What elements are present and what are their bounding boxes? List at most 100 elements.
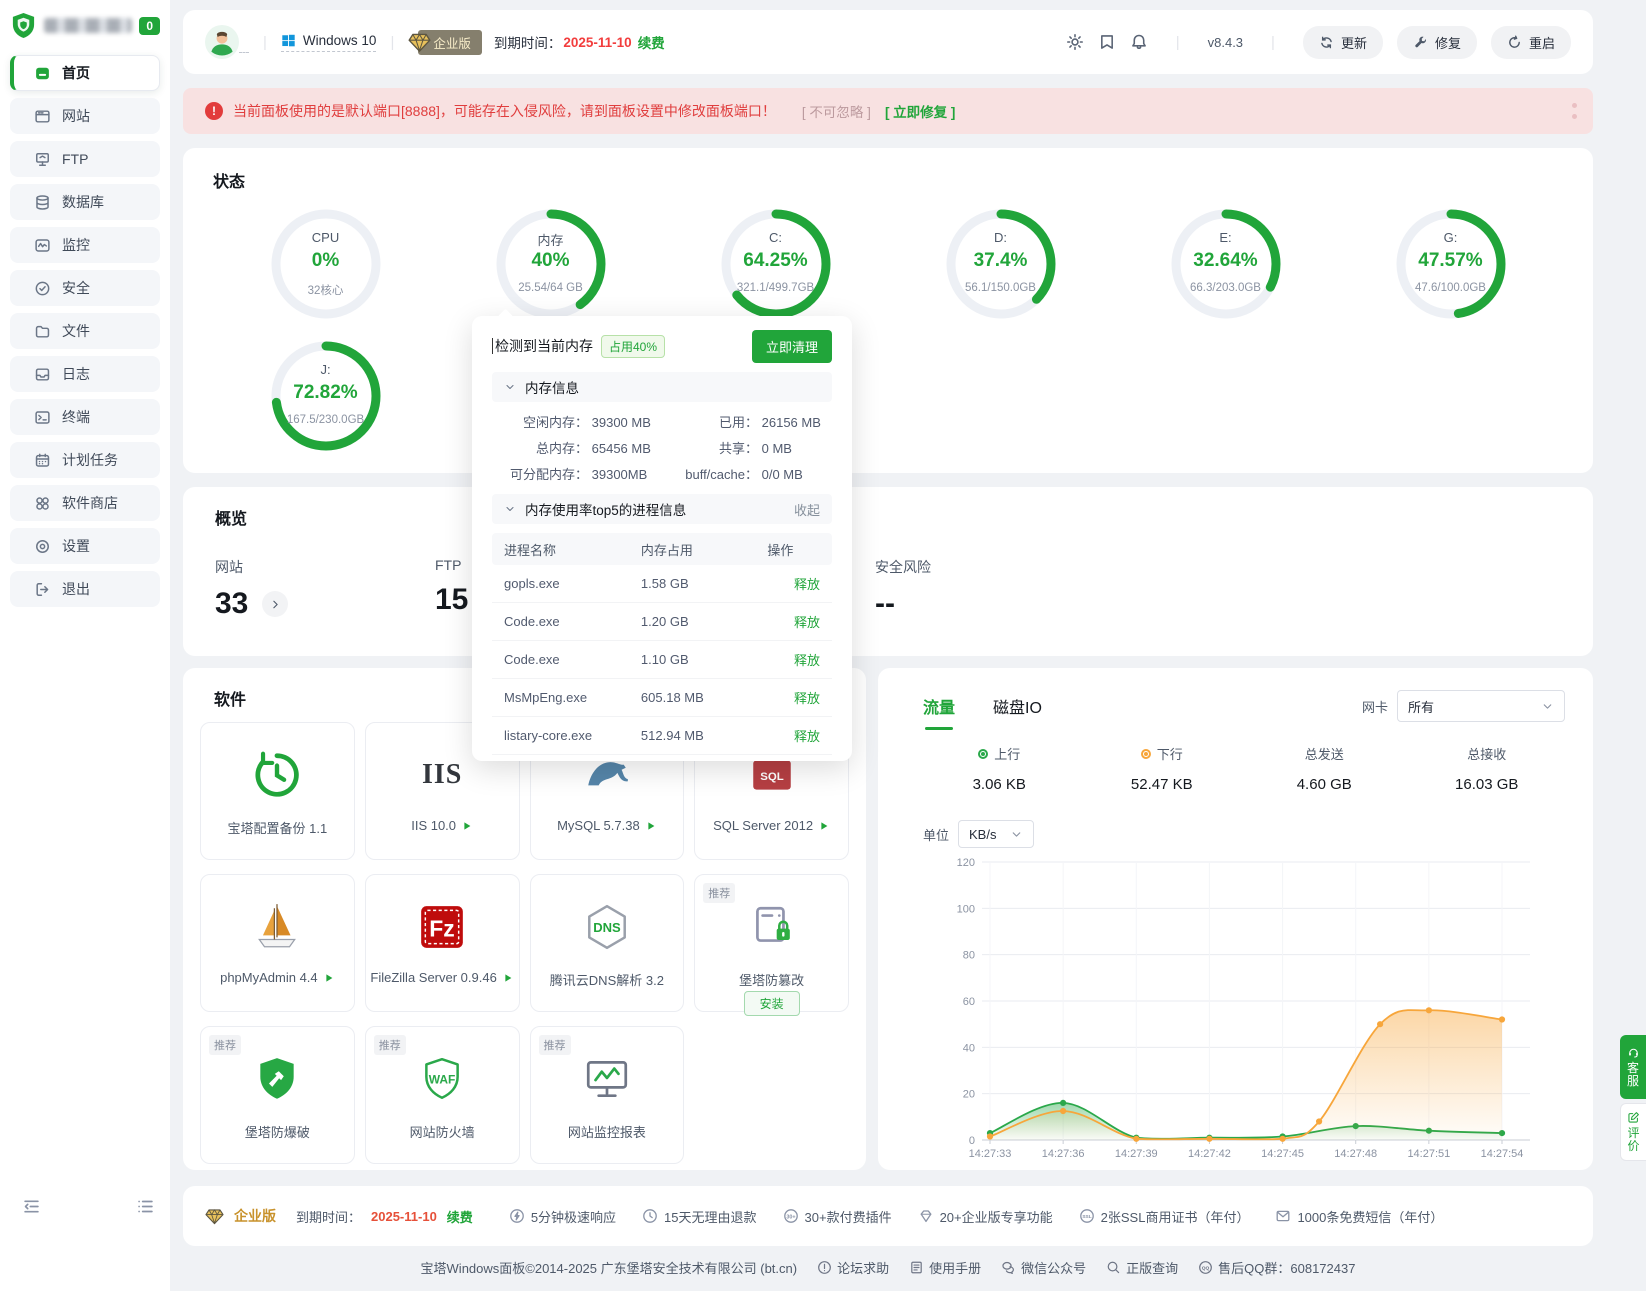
user-avatar[interactable] [205, 25, 239, 59]
sidebar-item-icon [34, 538, 51, 555]
software-tile[interactable]: DNS 腾讯云DNS解析 3.2 [530, 874, 685, 1012]
status-gauge[interactable]: CPU 0% 32核心 [268, 206, 384, 322]
status-gauge[interactable]: 内存 40% 25.54/64 GB [493, 206, 609, 322]
bookmark-flag-icon[interactable] [1098, 33, 1116, 51]
traffic-tab[interactable]: 磁盘IO [993, 694, 1042, 730]
software-tile[interactable]: 推荐 WAF 网站防火墙 [365, 1026, 520, 1164]
message-count-badge[interactable]: 0 [139, 17, 160, 35]
enterprise-promo-bar: 企业版 到期时间： 2025-11-10 续费 5分钟极速响应 15天无理由退款… [183, 1186, 1593, 1246]
footer-link[interactable]: 微信公众号 [1001, 1258, 1086, 1277]
software-tile[interactable]: 推荐 堡塔防篡改 安装 [694, 874, 849, 1012]
sidebar-item[interactable]: 监控 [10, 227, 160, 263]
traffic-tab[interactable]: 流量 [923, 694, 955, 730]
install-button[interactable]: 安装 [744, 991, 800, 1016]
sidebar-collapse-icon[interactable] [22, 1197, 41, 1216]
memory-info-section-header[interactable]: 内存信息 [492, 372, 832, 402]
collapse-link[interactable]: 收起 [794, 500, 820, 519]
customer-service-button[interactable]: 客服 [1620, 1035, 1646, 1099]
software-tile[interactable]: 推荐 堡塔防爆破 [200, 1026, 355, 1164]
sidebar-item[interactable]: 退出 [10, 571, 160, 607]
sidebar-item[interactable]: 安全 [10, 270, 160, 306]
divider: | [390, 34, 394, 51]
status-gauge[interactable]: D: 37.4% 56.1/150.0GB [943, 206, 1059, 322]
theme-sun-icon[interactable] [1066, 33, 1084, 51]
os-label[interactable]: Windows 10 [281, 33, 377, 52]
overview-item: 安全风险 -- [875, 557, 1095, 621]
process-table-row: MsMpEng.exe 605.18 MB 释放 [492, 679, 832, 717]
memory-info-value: 65456 MB [592, 441, 651, 456]
promo-renew-link[interactable]: 续费 [447, 1207, 473, 1226]
software-tile[interactable]: 宝塔配置备份 1.1 [200, 722, 355, 860]
header-action-label: 更新 [1341, 33, 1367, 52]
unit-select-value: KB/s [969, 827, 996, 842]
sidebar-item[interactable]: 网站 [10, 98, 160, 134]
renew-link[interactable]: 续费 [638, 32, 665, 52]
promo-feature: 15天无理由退款 [642, 1207, 756, 1226]
software-tile[interactable]: phpMyAdmin 4.4 [200, 874, 355, 1012]
process-table-header-cell: 内存占用 [641, 540, 767, 559]
traffic-stat-value: 4.60 GB [1243, 776, 1406, 793]
promo-feature: 30+ 30+款付费插件 [783, 1207, 892, 1226]
sidebar-item-icon [34, 323, 51, 340]
sidebar-item-label: 计划任务 [62, 450, 118, 470]
sidebar-item[interactable]: 设置 [10, 528, 160, 564]
status-gauge[interactable]: C: 64.25% 321.1/499.7GB [718, 206, 834, 322]
footer-link[interactable]: QQ 售后QQ群：608172437 [1198, 1258, 1355, 1277]
sidebar-item[interactable]: 首页 [10, 55, 160, 91]
footer-link-label: 使用手册 [929, 1258, 981, 1277]
software-tile[interactable]: Fz FileZilla Server 0.9.46 [365, 874, 520, 1012]
promo-feature-label: 20+企业版专享功能 [940, 1207, 1053, 1226]
sidebar-item[interactable]: FTP [10, 141, 160, 177]
release-link[interactable]: 释放 [767, 726, 820, 745]
series-dot-icon [978, 749, 988, 759]
username-masked[interactable] [239, 32, 249, 53]
process-table-row: gopls.exe 1.58 GB 释放 [492, 565, 832, 603]
sidebar-item[interactable]: 终端 [10, 399, 160, 435]
overview-arrow-button[interactable] [262, 591, 288, 617]
top5-section-header[interactable]: 内存使用率top5的进程信息 收起 [492, 494, 832, 524]
header-action-button[interactable]: 更新 [1303, 26, 1383, 59]
sidebar-item[interactable]: 软件商店 [10, 485, 160, 521]
svg-text:DNS: DNS [593, 920, 621, 935]
promo-feature-icon [918, 1208, 934, 1224]
release-link[interactable]: 释放 [767, 612, 820, 631]
nic-select[interactable]: 所有 [1397, 690, 1565, 722]
rate-button[interactable]: 评价 [1620, 1103, 1646, 1161]
sidebar-list-icon[interactable] [136, 1197, 155, 1216]
recommend-badge: 推荐 [209, 1035, 241, 1055]
unit-select[interactable]: KB/s [958, 820, 1034, 848]
release-link[interactable]: 释放 [767, 688, 820, 707]
footer-link[interactable]: 使用手册 [909, 1258, 981, 1277]
clean-now-button[interactable]: 立即清理 [752, 330, 832, 363]
header-action-button[interactable]: 重启 [1491, 26, 1571, 59]
header-action-icon [1507, 35, 1522, 50]
header-action-button[interactable]: 修复 [1397, 26, 1477, 59]
sidebar-item[interactable]: 数据库 [10, 184, 160, 220]
headset-icon [1627, 1046, 1640, 1059]
memory-info-key: 已用： [662, 412, 758, 431]
release-link[interactable]: 释放 [767, 574, 820, 593]
promo-feature-icon [509, 1208, 525, 1224]
edition-badge-group[interactable]: 企业版 [408, 30, 482, 55]
sidebar-item[interactable]: 日志 [10, 356, 160, 392]
header-action-icon [1319, 35, 1334, 50]
sidebar-item[interactable]: 计划任务 [10, 442, 160, 478]
sidebar-item[interactable]: 文件 [10, 313, 160, 349]
footer-link[interactable]: 正版查询 [1106, 1258, 1178, 1277]
status-gauge[interactable]: E: 32.64% 66.3/203.0GB [1168, 206, 1284, 322]
banner-pager-dots[interactable] [1572, 103, 1577, 119]
footer-link-label: 微信公众号 [1021, 1258, 1086, 1277]
status-gauge[interactable]: G: 47.57% 47.6/100.0GB [1393, 206, 1509, 322]
notification-bell-icon[interactable] [1130, 33, 1148, 51]
gauge-value: 47.57% [1393, 250, 1509, 272]
fix-now-link[interactable]: [ 立即修复 ] [885, 101, 956, 121]
footer-link-icon [817, 1260, 832, 1275]
traffic-chart-svg: 02040608010012014:27:3314:27:3614:27:391… [890, 856, 1580, 1162]
status-gauge[interactable]: J: 72.82% 167.5/230.0GB [268, 338, 384, 454]
logo-row: 0 [10, 12, 160, 39]
footer-link[interactable]: 论坛求助 [817, 1258, 889, 1277]
memory-info-key: 空闲内存： [492, 412, 588, 431]
release-link[interactable]: 释放 [767, 650, 820, 669]
software-tile[interactable]: 推荐 网站监控报表 [530, 1026, 685, 1164]
svg-text:QQ: QQ [1202, 1266, 1210, 1272]
